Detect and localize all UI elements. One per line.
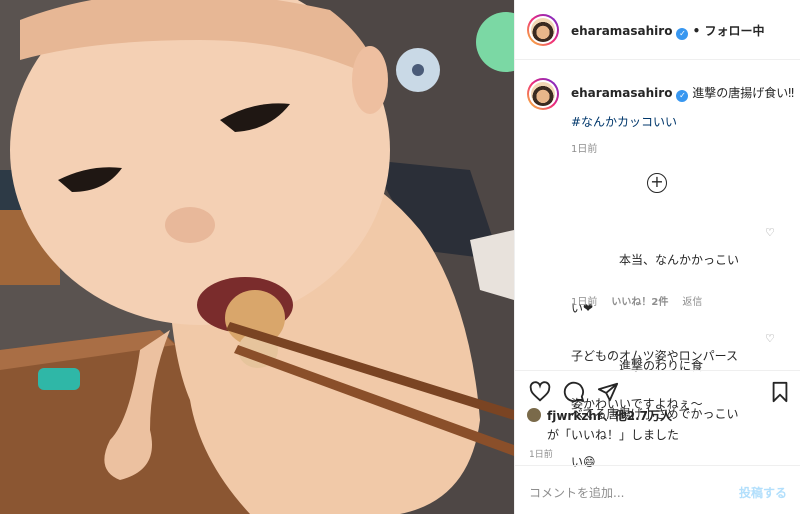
plus-circle-icon[interactable]: +: [647, 173, 667, 193]
send-icon[interactable]: [597, 381, 619, 403]
post-side-panel: eharamasahiro ✓ • フォロー中 eharamasahiro ✓ 進撃…: [514, 0, 800, 514]
likes-summary: fjwrkzhr、他2.7万人: [527, 407, 672, 424]
comment-bar: コメントを追加... 投稿する: [515, 465, 800, 514]
comment-input[interactable]: コメントを追加...: [529, 484, 624, 501]
action-bar: [515, 370, 800, 410]
verified-badge-icon: ✓: [676, 90, 689, 102]
comment-like-heart-icon[interactable]: ♡: [765, 332, 775, 345]
post-comment-button[interactable]: 投稿する: [739, 484, 787, 501]
likes-others-count[interactable]: 他2.7万人: [615, 409, 672, 423]
reply-button[interactable]: 返信: [682, 297, 702, 308]
caption-line: eharamasahiro ✓ 進撃の唐揚げ食い‼: [571, 84, 794, 102]
caption-timestamp: 1日前: [571, 144, 598, 155]
comment-text-line: 本当、なんかかっこい: [571, 253, 740, 267]
follow-button[interactable]: フォロー中: [705, 24, 765, 38]
caption-text: 進撃の唐揚げ食い‼: [692, 86, 795, 100]
liker-avatar[interactable]: [527, 408, 541, 422]
post-header: eharamasahiro ✓ • フォロー中: [515, 0, 800, 60]
caption-avatar[interactable]: [527, 78, 559, 110]
separator-dot: •: [692, 24, 701, 38]
caption-username[interactable]: eharamasahiro: [571, 86, 672, 100]
author-username[interactable]: eharamasahiro: [571, 24, 672, 38]
verified-badge-icon: ✓: [676, 28, 689, 40]
likes-suffix: が「いいね！」しました: [547, 428, 680, 442]
comment-like-heart-icon[interactable]: ♡: [765, 226, 775, 239]
comment-likes-count[interactable]: いいね！2件: [611, 297, 668, 308]
heart-icon[interactable]: [529, 381, 551, 403]
comment-meta: 1日前 いいね！2件 返信: [571, 293, 702, 308]
author-line: eharamasahiro ✓ • フォロー中: [571, 22, 765, 40]
bookmark-icon[interactable]: [769, 381, 791, 403]
hashtag-link[interactable]: #なんかカッコいい: [571, 113, 677, 130]
post-photo: [0, 0, 514, 514]
post-timestamp: 1日前: [529, 450, 553, 460]
comment-icon[interactable]: [563, 381, 585, 403]
comment-timestamp: 1日前: [571, 297, 598, 308]
author-avatar[interactable]: [527, 14, 559, 46]
liker-username[interactable]: fjwrkzhr、: [547, 409, 615, 423]
